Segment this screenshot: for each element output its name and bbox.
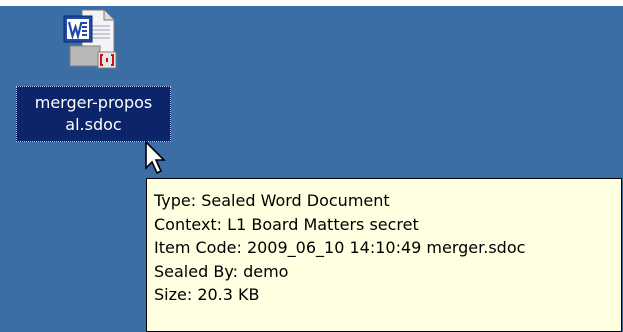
tooltip-item-code: Item Code: 2009_06_10 14:10:49 merger.sd… [154, 238, 526, 257]
file-info-tooltip: Type: Sealed Word Document Context: L1 B… [146, 178, 622, 332]
desktop-file-icon[interactable]: merger-propos al.sdoc [16, 8, 176, 148]
tooltip-size: Size: 20.3 KB [154, 285, 260, 304]
tooltip-type: Type: Sealed Word Document [154, 191, 390, 210]
arrow-cursor-icon [144, 140, 174, 180]
sealed-word-document-icon[interactable] [60, 8, 122, 78]
tooltip-sealed-by: Sealed By: demo [154, 261, 289, 281]
desktop[interactable]: merger-propos al.sdoc Type: Sealed Word … [0, 0, 623, 332]
file-name-line-2: al.sdoc [65, 115, 122, 134]
file-name-label[interactable]: merger-propos al.sdoc [16, 86, 171, 142]
tooltip-context: Context: L1 Board Matters secret [154, 214, 419, 234]
file-name-line-1: merger-propos [34, 93, 153, 112]
